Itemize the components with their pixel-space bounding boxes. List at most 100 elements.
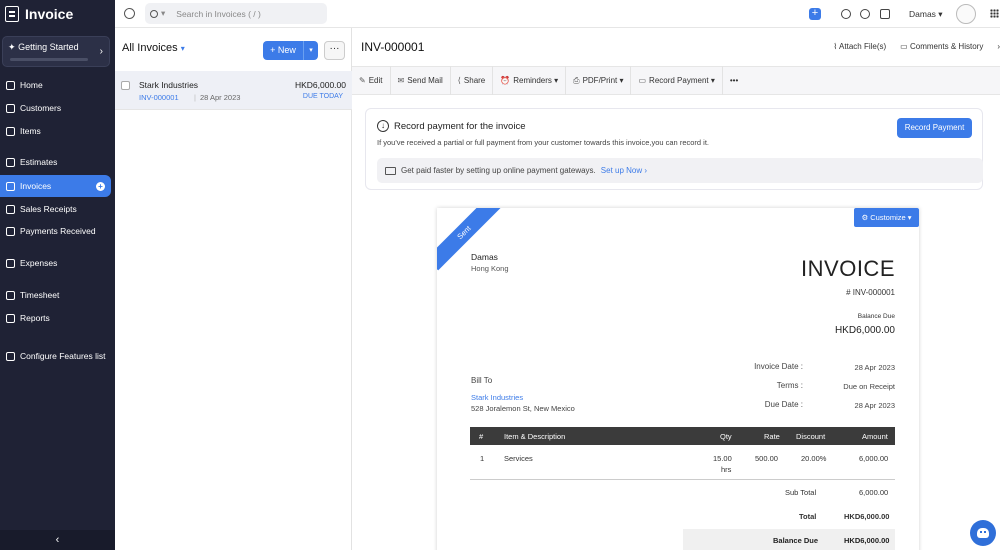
getting-started-button[interactable]: ✦ Getting Started › xyxy=(2,36,110,67)
search-scope-chevron-icon[interactable]: ▾ xyxy=(161,8,165,19)
bill-to-address: 528 Joralemon St, New Mexico xyxy=(471,404,575,413)
sparkle-icon: ✦ xyxy=(8,42,16,52)
sidebar-item-expenses[interactable]: Expenses xyxy=(0,252,111,274)
expense-icon xyxy=(6,258,15,268)
sidebar-item-payments-received[interactable]: Payments Received xyxy=(0,220,111,242)
grid-icon xyxy=(6,351,15,361)
row-checkbox[interactable] xyxy=(121,81,130,90)
bill-to-customer-link[interactable]: Stark Industries xyxy=(471,393,523,402)
invoice-detail-panel: INV-000001 ⌇ Attach File(s) ▭ Comments &… xyxy=(352,28,1000,550)
getting-started-progress xyxy=(10,58,88,61)
row-date: 28 Apr 2023 xyxy=(194,93,240,102)
sidebar-item-label: Sales Receipts xyxy=(20,204,77,214)
chat-assistant-icon[interactable] xyxy=(970,520,996,546)
line-number: 1 xyxy=(480,454,485,463)
action-label: PDF/Print ▾ xyxy=(582,76,624,85)
detail-links: ⌇ Attach File(s) ▭ Comments & History › xyxy=(833,42,1000,51)
sidebar-item-invoices[interactable]: Invoices + xyxy=(0,175,111,197)
sidebar-item-estimates[interactable]: Estimates xyxy=(0,151,111,173)
line-discount: 20.00% xyxy=(801,454,827,463)
more-actions-button[interactable]: ••• xyxy=(723,66,745,95)
action-toolbar: ✎ Edit ✉ Send Mail ⟨ Share ⏰ Reminders ▾ ⎙ PD… xyxy=(352,66,1000,95)
row-customer: Stark Industries xyxy=(139,80,199,90)
receipt-icon xyxy=(6,204,15,214)
sidebar-item-label: Home xyxy=(20,80,43,90)
comments-history-link[interactable]: ▭ Comments & History xyxy=(900,42,983,51)
items-table-header: # Item & Description Qty Rate Discount A… xyxy=(470,427,895,445)
new-invoice-button[interactable]: + New ▾ xyxy=(263,41,318,60)
share-button[interactable]: ⟨ Share xyxy=(451,66,494,95)
organization-dropdown[interactable]: Damas ▾ xyxy=(909,9,943,20)
record-payment-dropdown[interactable]: ▭ Record Payment ▾ xyxy=(631,66,723,95)
list-title: All Invoices xyxy=(122,42,178,54)
action-label: Record Payment ▾ xyxy=(649,76,715,85)
list-item[interactable]: Stark Industries HKD6,000.00 INV-000001 … xyxy=(115,71,352,110)
detail-header: INV-000001 ⌇ Attach File(s) ▭ Comments &… xyxy=(352,28,1000,66)
line-unit: hrs xyxy=(721,465,732,474)
bell-icon: ⏰ xyxy=(500,76,511,85)
due-date-value: 28 Apr 2023 xyxy=(854,401,895,410)
reminders-dropdown[interactable]: ⏰ Reminders ▾ xyxy=(493,66,567,95)
add-invoice-icon[interactable]: + xyxy=(96,181,105,191)
col-discount: Discount xyxy=(796,432,826,441)
row-status: DUE TODAY xyxy=(302,93,343,100)
payment-download-icon: ↓ xyxy=(377,120,389,132)
invoice-icon xyxy=(6,181,15,191)
collapse-sidebar-button[interactable]: ‹ xyxy=(0,530,115,550)
pdf-icon: ⎙ xyxy=(573,75,580,85)
record-payment-button[interactable]: Record Payment xyxy=(897,118,972,138)
app-brand[interactable]: Invoice xyxy=(0,0,115,28)
quick-create-button[interactable]: + xyxy=(809,8,821,20)
action-label: Edit xyxy=(368,76,383,85)
banner-title-text: Record payment for the invoice xyxy=(394,120,526,132)
customize-button[interactable]: ⚙ Customize ▾ xyxy=(854,208,919,227)
share-icon: ⟨ xyxy=(457,76,461,85)
setup-now-link[interactable]: Set up Now › xyxy=(601,166,647,175)
search-input[interactable]: ▾ Search in Invoices ( / ) xyxy=(145,3,327,24)
app-title: Invoice xyxy=(25,6,74,22)
gear-icon[interactable] xyxy=(860,9,870,19)
sidebar-item-sales-receipts[interactable]: Sales Receipts xyxy=(0,198,111,220)
sidebar-item-label: Payments Received xyxy=(20,226,96,236)
more-icon: ••• xyxy=(729,76,739,85)
invoice-list-panel: All Invoices ▾ + New ▾ ··· Stark Industri… xyxy=(115,28,352,550)
pdf-print-dropdown[interactable]: ⎙ PDF/Print ▾ xyxy=(566,66,632,95)
sidebar-item-home[interactable]: Home xyxy=(0,74,111,96)
avatar[interactable] xyxy=(956,4,976,24)
sidebar-item-timesheet[interactable]: Timesheet xyxy=(0,284,111,306)
balance-value: HKD6,000.00 xyxy=(844,536,890,545)
sidebar-item-label: Invoices xyxy=(20,181,52,191)
payment-gateway-notice: Get paid faster by setting up online pay… xyxy=(377,158,983,183)
sidebar-item-label: Customers xyxy=(20,103,62,113)
bell-icon[interactable] xyxy=(841,9,851,19)
list-more-button[interactable]: ··· xyxy=(324,41,345,60)
apps-grid-icon[interactable] xyxy=(990,9,999,18)
action-label: Reminders ▾ xyxy=(513,76,559,85)
user-icon xyxy=(6,103,15,113)
sidebar-item-items[interactable]: Items xyxy=(0,120,111,142)
sidebar-item-label: Expenses xyxy=(20,258,58,268)
card-icon xyxy=(385,166,396,175)
sub-total-value: 6,000.00 xyxy=(859,488,889,497)
organization-address: Hong Kong xyxy=(471,264,509,273)
sidebar-item-customers[interactable]: Customers xyxy=(0,97,111,119)
sidebar-item-reports[interactable]: Reports xyxy=(0,307,111,329)
history-icon[interactable] xyxy=(124,8,135,19)
send-mail-button[interactable]: ✉ Send Mail xyxy=(391,66,451,95)
home-icon xyxy=(6,80,15,90)
list-view-dropdown[interactable]: All Invoices ▾ xyxy=(122,42,185,54)
paperclip-icon: ⌇ xyxy=(833,42,838,51)
edit-button[interactable]: ✎ Edit xyxy=(352,66,391,95)
total-label: Total xyxy=(799,512,817,521)
attach-files-link[interactable]: ⌇ Attach File(s) xyxy=(833,42,886,51)
sidebar-item-configure-features[interactable]: Configure Features list xyxy=(0,345,111,367)
invoice-heading: INVOICE xyxy=(801,256,895,281)
calendar-icon xyxy=(6,290,15,300)
help-icon[interactable] xyxy=(880,9,890,19)
action-label: Send Mail xyxy=(407,76,443,85)
balance-due-amount: HKD6,000.00 xyxy=(834,325,895,336)
search-icon xyxy=(150,9,158,18)
new-label: + New xyxy=(270,45,296,55)
new-dropdown-chevron-icon[interactable]: ▾ xyxy=(303,41,318,60)
divider xyxy=(470,479,895,480)
